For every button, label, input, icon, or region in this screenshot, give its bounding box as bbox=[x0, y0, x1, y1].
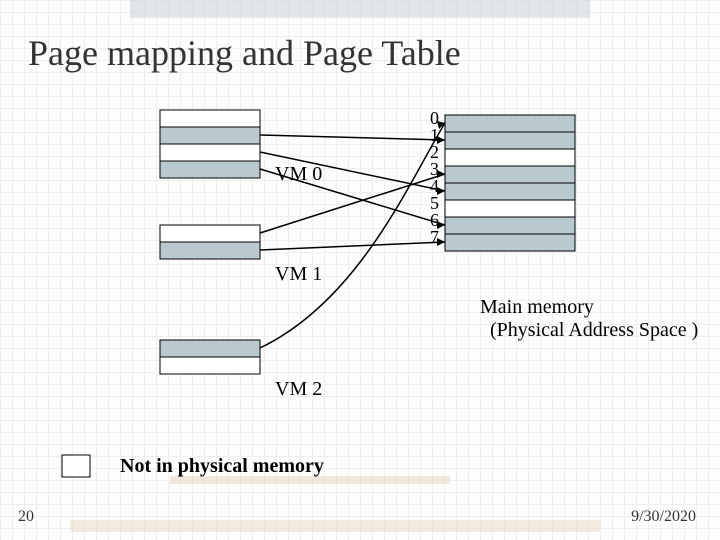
mapping-diagram bbox=[0, 0, 720, 540]
vm0-block bbox=[160, 110, 260, 178]
vm1-block bbox=[160, 225, 260, 259]
legend-swatch bbox=[62, 455, 90, 477]
legend-text: Not in physical memory bbox=[120, 455, 324, 478]
slide-number: 20 bbox=[18, 508, 34, 526]
frame-num-7: 7 bbox=[430, 227, 439, 248]
caption-line2: (Physical Address Space ) bbox=[490, 318, 698, 342]
vm0-label: VM 0 bbox=[275, 163, 322, 186]
mapping-lines bbox=[260, 121, 445, 348]
caption-line1: Main memory bbox=[480, 295, 594, 319]
slide-date: 9/30/2020 bbox=[631, 508, 696, 526]
physical-memory bbox=[445, 115, 575, 251]
vm2-label: VM 2 bbox=[275, 378, 322, 401]
vm2-block bbox=[160, 340, 260, 374]
vm1-label: VM 1 bbox=[275, 263, 322, 286]
